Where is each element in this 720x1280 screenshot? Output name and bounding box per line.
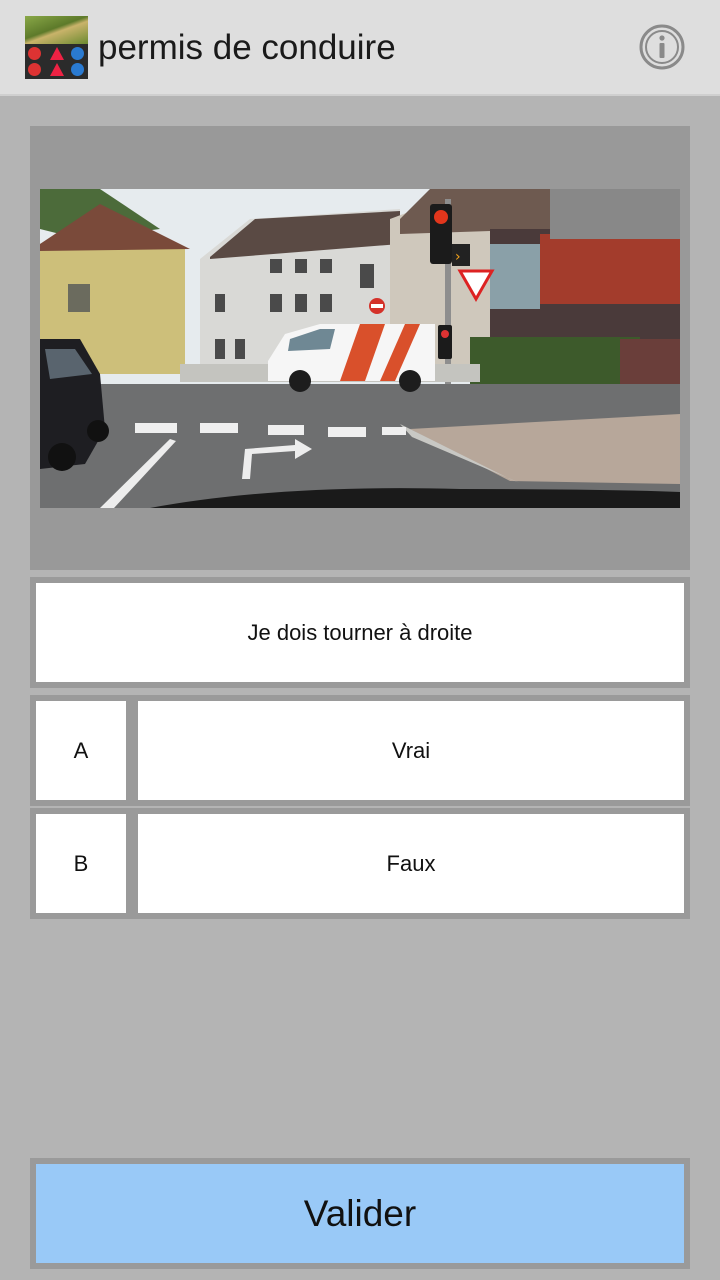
question-image-card: › [30, 126, 690, 570]
answer-option-b[interactable]: B Faux [30, 808, 690, 919]
intersection-photo: › [40, 189, 680, 508]
road-signs-logo-icon [25, 16, 88, 79]
validate-button[interactable]: Valider [36, 1164, 684, 1263]
app-bar: permis de conduire [0, 0, 720, 96]
svg-text:›: › [455, 249, 461, 265]
answer-label-b[interactable]: Faux [138, 814, 684, 913]
answer-letter-a[interactable]: A [36, 701, 126, 800]
app-title: permis de conduire [98, 28, 396, 67]
answer-label-a[interactable]: Vrai [138, 701, 684, 800]
answer-option-a[interactable]: A Vrai [30, 695, 690, 806]
info-circle-icon [639, 24, 685, 70]
info-button[interactable] [638, 23, 686, 71]
question-box: Je dois tourner à droite [30, 577, 690, 688]
validate-button-frame: Valider [30, 1158, 690, 1269]
answer-letter-b[interactable]: B [36, 814, 126, 913]
question-text: Je dois tourner à droite [36, 583, 684, 682]
